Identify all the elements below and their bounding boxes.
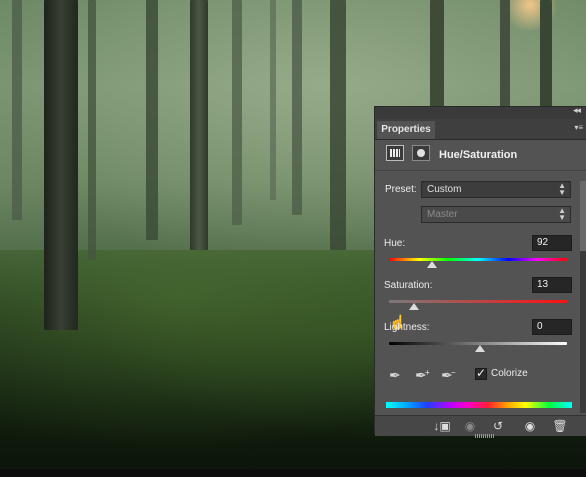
lightness-slider-thumb[interactable] (475, 345, 485, 352)
scrollbar-thumb[interactable] (580, 181, 586, 251)
colorize-label: Colorize (491, 368, 528, 379)
tree-trunk (146, 0, 158, 240)
tree-trunk (540, 0, 552, 110)
window-bottom-edge (0, 469, 586, 477)
eyedropper-icon[interactable]: ✒ (389, 367, 403, 383)
properties-panel: ◂◂ Properties ▾≡ Hue/Saturation Preset: … (374, 105, 586, 438)
delete-trash-icon[interactable]: 🗑 (549, 418, 571, 434)
channel-dropdown[interactable]: Master ▲ ▼ (421, 206, 571, 223)
tree-trunk (88, 0, 96, 260)
panel-scrollbar[interactable] (580, 181, 586, 413)
hue-saturation-adjustment-icon[interactable] (386, 145, 404, 161)
adjustment-title: Hue/Saturation (439, 149, 518, 161)
preset-label: Preset: (385, 184, 417, 195)
tree-trunk (270, 0, 276, 200)
tree-trunk (430, 0, 444, 110)
tree-trunk (330, 0, 346, 250)
tree-trunk (12, 0, 22, 220)
eyedropper-minus-icon[interactable]: ✒ − (441, 367, 456, 383)
panel-bottom-toolbar: ↓▣ ◉ ↺ ◉ 🗑 (375, 415, 586, 436)
tree-trunk (232, 0, 242, 225)
updown-arrow-icon: ▲ ▼ (558, 181, 566, 197)
saturation-label: Saturation: (384, 280, 433, 291)
panel-menu-icon[interactable]: ▾≡ (574, 123, 583, 132)
tree-trunk (44, 0, 78, 330)
updown-arrow-icon: ▲ ▼ (558, 206, 566, 222)
panel-tab-row: Properties ▾≡ (375, 119, 586, 140)
panel-title-bar[interactable]: ◂◂ (375, 105, 586, 119)
eyedropper-plus-icon[interactable]: ✒ + (415, 367, 430, 383)
hue-slider-track[interactable] (389, 258, 567, 261)
saturation-value-field[interactable]: 13 (532, 277, 572, 293)
reset-icon[interactable]: ↺ (487, 418, 509, 434)
hue-label: Hue: (384, 238, 406, 249)
preset-value: Custom (427, 184, 462, 195)
tree-trunk (292, 0, 302, 215)
hue-spectrum-bar (386, 402, 572, 408)
tree-trunk (500, 0, 510, 110)
resize-grip[interactable] (475, 434, 495, 438)
tab-properties[interactable]: Properties (377, 121, 435, 139)
channel-value: Master (427, 209, 458, 220)
clip-to-layer-icon[interactable]: ↓▣ (431, 418, 453, 434)
layer-mask-icon[interactable] (412, 145, 430, 161)
saturation-slider-thumb[interactable] (409, 303, 419, 310)
view-previous-state-icon[interactable]: ◉ (459, 418, 481, 434)
preset-dropdown[interactable]: Custom ▲ ▼ (421, 181, 571, 198)
visibility-eye-icon[interactable]: ◉ (519, 418, 541, 434)
colorize-checkbox[interactable] (475, 366, 487, 380)
tree-trunk (190, 0, 208, 250)
lightness-value-field[interactable]: 0 (532, 319, 572, 335)
lightness-label: Lightness: (384, 322, 430, 333)
hue-value-field[interactable]: 92 (532, 235, 572, 251)
hue-slider-thumb[interactable] (427, 261, 437, 268)
collapse-icon[interactable]: ◂◂ (573, 105, 581, 116)
